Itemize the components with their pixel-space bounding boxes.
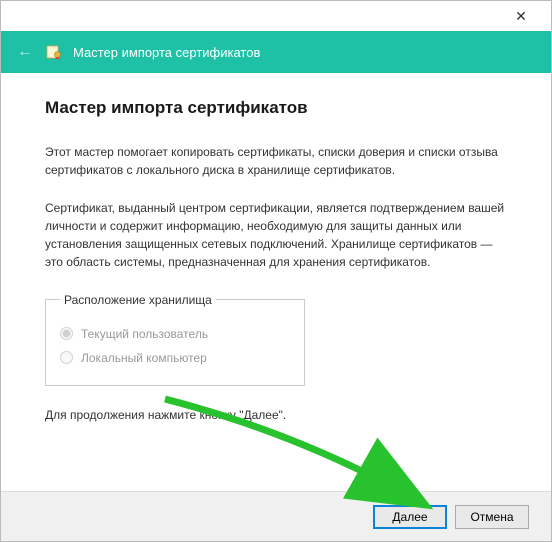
page-title: Мастер импорта сертификатов (45, 95, 507, 121)
titlebar: ✕ (1, 1, 551, 31)
radio-local-machine[interactable] (60, 351, 73, 364)
wizard-window: ✕ ← Мастер импорта сертификатов Мастер и… (0, 0, 552, 542)
wizard-header-title: Мастер импорта сертификатов (73, 45, 260, 60)
back-arrow-icon[interactable]: ← (17, 43, 35, 61)
certificate-icon (45, 43, 63, 61)
next-button[interactable]: Далее (373, 505, 447, 529)
continue-hint: Для продолжения нажмите кнопку "Далее". (45, 406, 507, 424)
wizard-header: ← Мастер импорта сертификатов (1, 31, 551, 73)
radio-current-user-label: Текущий пользователь (81, 325, 208, 343)
description-text: Сертификат, выданный центром сертификаци… (45, 199, 507, 271)
close-button[interactable]: ✕ (501, 1, 541, 31)
radio-current-user[interactable] (60, 327, 73, 340)
radio-current-user-row[interactable]: Текущий пользователь (60, 325, 290, 343)
radio-local-machine-label: Локальный компьютер (81, 349, 207, 367)
storage-location-group: Расположение хранилища Текущий пользоват… (45, 291, 305, 386)
intro-text: Этот мастер помогает копировать сертифик… (45, 143, 507, 179)
cancel-button[interactable]: Отмена (455, 505, 529, 529)
wizard-content: Мастер импорта сертификатов Этот мастер … (1, 73, 551, 491)
wizard-footer: Далее Отмена (1, 491, 551, 541)
radio-local-machine-row[interactable]: Локальный компьютер (60, 349, 290, 367)
storage-legend: Расположение хранилища (60, 291, 216, 309)
